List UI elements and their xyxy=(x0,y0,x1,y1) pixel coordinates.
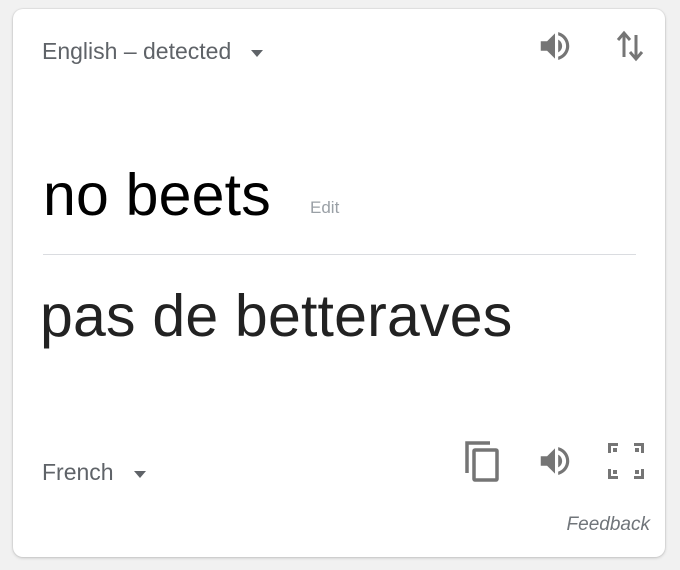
dropdown-caret-icon xyxy=(251,49,264,57)
feedback-link[interactable]: Feedback xyxy=(567,514,650,536)
divider xyxy=(43,254,636,255)
translate-card: English – detected no beets Edit pas de … xyxy=(13,9,665,557)
target-language-select[interactable]: French xyxy=(42,459,146,486)
source-language-label: English – detected xyxy=(42,38,232,64)
translation-text: pas de betteraves xyxy=(40,283,513,349)
copy-button[interactable] xyxy=(460,439,504,483)
target-speaker-button[interactable] xyxy=(533,439,577,483)
copy-icon xyxy=(465,441,499,482)
dropdown-caret-icon xyxy=(133,470,146,478)
source-speaker-button[interactable] xyxy=(533,24,577,68)
fullscreen-icon xyxy=(608,443,644,479)
source-language-select[interactable]: English – detected xyxy=(42,38,264,65)
target-language-label: French xyxy=(42,459,114,485)
speaker-icon xyxy=(540,32,570,60)
edit-link[interactable]: Edit xyxy=(310,198,339,218)
swap-languages-button[interactable] xyxy=(608,24,652,68)
speaker-icon xyxy=(540,447,570,475)
fullscreen-button[interactable] xyxy=(604,439,648,483)
swap-languages-icon xyxy=(616,30,644,62)
source-text: no beets xyxy=(43,162,271,228)
